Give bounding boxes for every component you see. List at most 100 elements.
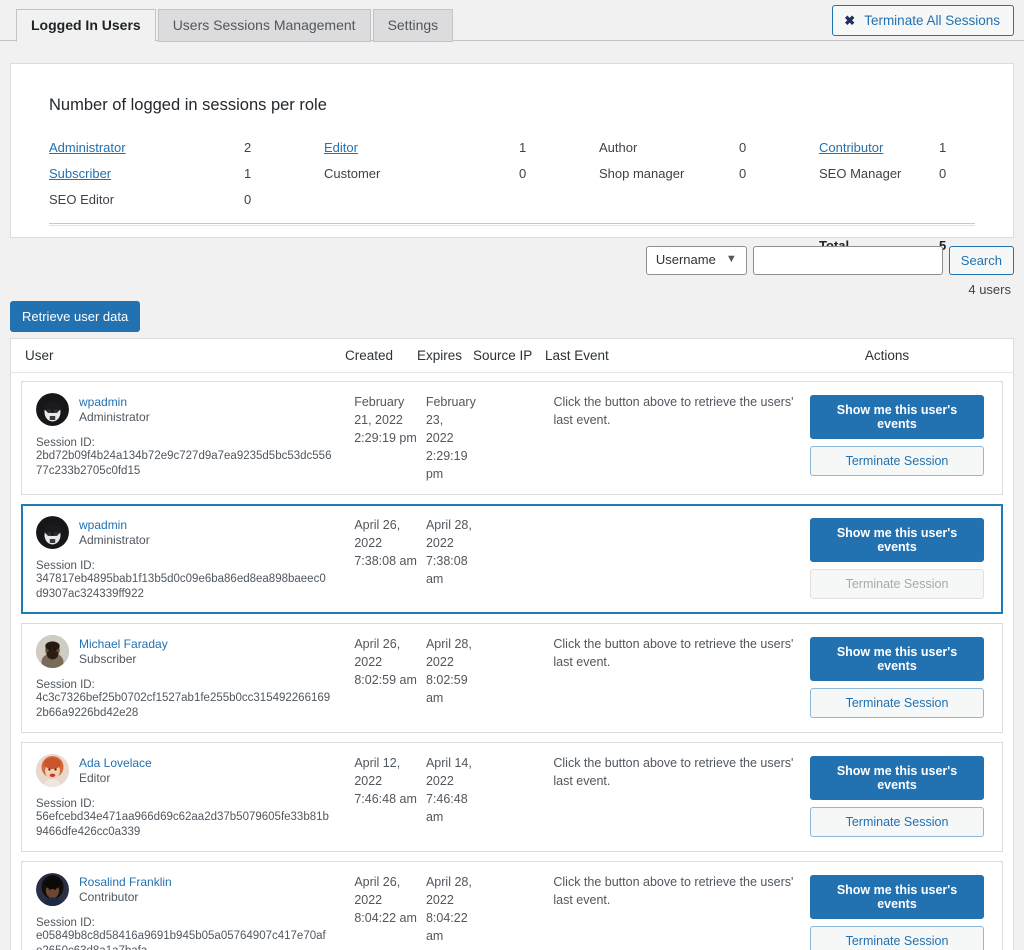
column-header-user[interactable]: User xyxy=(25,348,345,363)
avatar xyxy=(36,873,69,906)
cell-source-ip xyxy=(478,392,550,484)
search-filter-select[interactable]: Username ▼ xyxy=(645,246,747,275)
cell-created: April 26, 2022 7:38:08 am xyxy=(354,518,417,568)
cell-expires: February 23, 2022 2:29:19 pm xyxy=(425,395,476,481)
cell-created: April 26, 2022 8:02:59 am xyxy=(354,637,417,687)
tab-users-sessions-management[interactable]: Users Sessions Management xyxy=(157,9,371,42)
session-id-value: e05849b8c8d58416a9691b945b05a05764907c41… xyxy=(36,930,326,950)
cell-expires: April 28, 2022 8:02:59 am xyxy=(425,637,472,705)
terminate-session-button[interactable]: Terminate Session xyxy=(810,807,984,837)
chevron-down-icon: ▼ xyxy=(725,253,737,265)
table-row[interactable]: wpadmin Administrator Session ID: 347817… xyxy=(21,504,1003,614)
cell-source-ip xyxy=(478,872,550,950)
username-link[interactable]: Ada Lovelace xyxy=(79,756,152,771)
username-link[interactable]: wpadmin xyxy=(79,395,150,410)
role-link-subscriber[interactable]: Subscriber xyxy=(49,161,244,187)
role-count-customer: 0 xyxy=(519,166,527,181)
terminate-all-sessions-button[interactable]: ✖ Terminate All Sessions xyxy=(832,5,1014,36)
session-id-label: Session ID: xyxy=(36,679,95,691)
avatar xyxy=(36,516,69,549)
cell-expires: April 28, 2022 7:38:08 am xyxy=(425,518,472,586)
role-link-contributor[interactable]: Contributor xyxy=(819,135,939,161)
role-label-seo-manager: SEO Manager xyxy=(819,166,902,181)
table-row[interactable]: Rosalind Franklin Contributor Session ID… xyxy=(21,861,1003,950)
role-link-administrator[interactable]: Administrator xyxy=(49,135,244,161)
cell-last-event: Click the button above to retrieve the u… xyxy=(553,637,794,669)
tab-bar: Logged In Users Users Sessions Management… xyxy=(0,0,1024,42)
search-filter-value: Username xyxy=(655,252,716,267)
username-link[interactable]: Michael Faraday xyxy=(79,637,168,652)
cell-actions: Show me this user's events Terminate Ses… xyxy=(806,392,998,484)
role-count-author: 0 xyxy=(739,140,747,155)
roles-panel-title: Number of logged in sessions per role xyxy=(49,96,327,114)
table-row[interactable]: Michael Faraday Subscriber Session ID: 4… xyxy=(21,623,1003,733)
cell-user: Rosalind Franklin Contributor Session ID… xyxy=(32,872,350,950)
cell-last-event: Click the button above to retrieve the u… xyxy=(553,875,794,907)
user-role: Administrator xyxy=(79,532,150,547)
session-id-label: Session ID: xyxy=(36,560,95,572)
user-identity: Ada Lovelace Editor xyxy=(36,754,346,787)
search-button[interactable]: Search xyxy=(948,246,1014,275)
tab-logged-in-users[interactable]: Logged In Users xyxy=(16,9,156,42)
retrieve-user-data-button[interactable]: Retrieve user data xyxy=(10,301,141,332)
cell-user: wpadmin Administrator Session ID: 2bd72b… xyxy=(32,392,350,484)
show-user-events-button[interactable]: Show me this user's events xyxy=(810,756,984,800)
avatar xyxy=(36,754,69,787)
role-label-author: Author xyxy=(599,140,638,155)
user-role: Editor xyxy=(79,770,111,785)
session-id-label: Session ID: xyxy=(36,798,95,810)
role-count-seo-editor: 0 xyxy=(244,192,252,207)
tab-settings[interactable]: Settings xyxy=(372,9,454,42)
cell-actions: Show me this user's events Terminate Ses… xyxy=(806,515,998,603)
session-id-value: 4c3c7326bef25b0702cf1527ab1fe255b0cc3154… xyxy=(36,692,331,719)
username-link[interactable]: Rosalind Franklin xyxy=(79,875,172,890)
column-header-source-ip[interactable]: Source IP xyxy=(473,348,545,363)
show-user-events-button[interactable]: Show me this user's events xyxy=(810,518,984,562)
terminate-session-button[interactable]: Terminate Session xyxy=(810,926,984,950)
avatar xyxy=(36,635,69,668)
role-link-editor[interactable]: Editor xyxy=(324,135,519,161)
cell-source-ip xyxy=(478,753,550,841)
cell-user: Ada Lovelace Editor Session ID: 56efcebd… xyxy=(32,753,350,841)
role-label-seo-editor: SEO Editor xyxy=(49,192,115,207)
show-user-events-button[interactable]: Show me this user's events xyxy=(810,637,984,681)
cell-user: Michael Faraday Subscriber Session ID: 4… xyxy=(32,634,350,722)
search-bar: Username ▼ Search xyxy=(0,246,1014,275)
user-role: Administrator xyxy=(79,409,150,424)
column-header-actions: Actions xyxy=(864,348,910,363)
search-input[interactable] xyxy=(752,246,943,275)
show-user-events-button[interactable]: Show me this user's events xyxy=(809,395,984,439)
cell-actions: Show me this user's events Terminate Ses… xyxy=(806,872,998,950)
cell-last-event: Click the button above to retrieve the u… xyxy=(553,395,794,427)
role-count-editor: 1 xyxy=(519,140,527,155)
terminate-all-sessions-label: Terminate All Sessions xyxy=(864,13,1000,28)
cell-actions: Show me this user's events Terminate Ses… xyxy=(806,753,998,841)
cell-source-ip xyxy=(478,515,550,603)
show-user-events-button[interactable]: Show me this user's events xyxy=(810,875,984,919)
role-count-subscriber: 1 xyxy=(244,166,252,181)
cell-user: wpadmin Administrator Session ID: 347817… xyxy=(32,515,350,603)
table-row[interactable]: Ada Lovelace Editor Session ID: 56efcebd… xyxy=(21,742,1003,852)
session-id-label: Session ID: xyxy=(36,437,95,449)
role-label-shop-manager: Shop manager xyxy=(599,166,685,181)
role-label-customer: Customer xyxy=(324,166,381,181)
column-header-expires[interactable]: Expires xyxy=(417,348,473,363)
table-row[interactable]: wpadmin Administrator Session ID: 2bd72b… xyxy=(21,381,1003,495)
terminate-session-button[interactable]: Terminate Session xyxy=(810,688,984,718)
cell-expires: April 28, 2022 8:04:22 am xyxy=(425,875,472,943)
user-role: Contributor xyxy=(79,889,139,904)
user-identity: wpadmin Administrator xyxy=(36,516,346,549)
terminate-session-button[interactable]: Terminate Session xyxy=(809,446,984,476)
role-count-shop-manager: 0 xyxy=(739,166,747,181)
session-id-value: 347817eb4895bab1f13b5d0c09e6ba86ed8ea898… xyxy=(36,573,326,600)
role-count-seo-manager: 0 xyxy=(939,166,947,181)
column-header-created[interactable]: Created xyxy=(345,348,417,363)
cell-source-ip xyxy=(478,634,550,722)
cell-created: April 12, 2022 7:46:48 am xyxy=(354,756,417,806)
user-role: Subscriber xyxy=(79,651,137,666)
close-icon: ✖ xyxy=(844,13,856,28)
column-header-last-event[interactable]: Last Event xyxy=(545,348,803,363)
username-link[interactable]: wpadmin xyxy=(79,518,150,533)
terminate-session-button: Terminate Session xyxy=(810,569,984,599)
table-body: wpadmin Administrator Session ID: 2bd72b… xyxy=(11,373,1013,950)
